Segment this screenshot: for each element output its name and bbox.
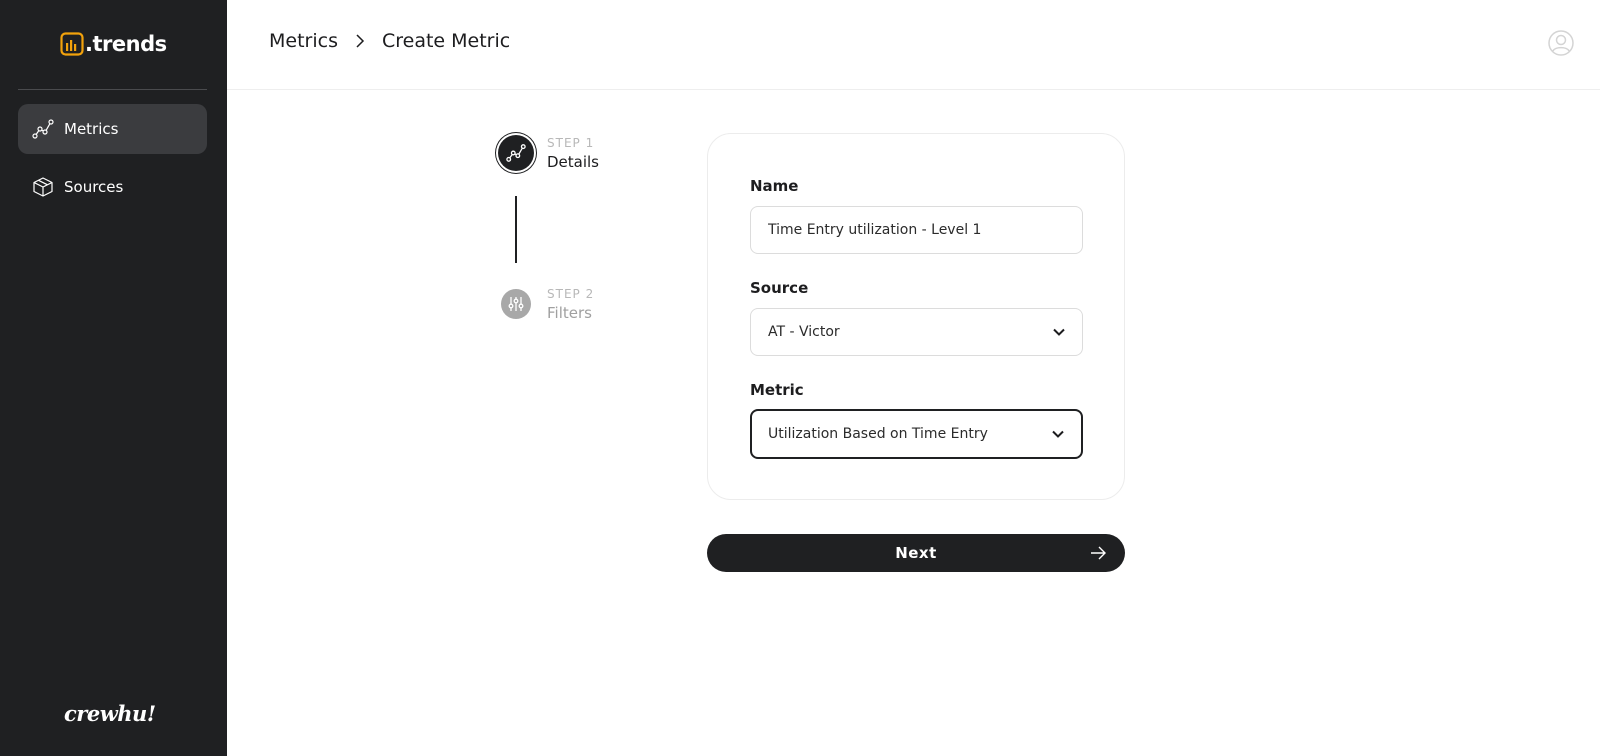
sidebar-item-label: Sources	[64, 178, 124, 196]
step-1-label: STEP 1 Details	[547, 136, 599, 171]
metrics-line-icon	[506, 144, 526, 162]
logo-text: .trends	[85, 32, 167, 56]
step-title: Filters	[547, 304, 592, 322]
app-root: .trends Metrics Sources crewhu! Metrics …	[0, 0, 1600, 756]
page-title: Create Metric	[381, 30, 511, 52]
metric-field-label: Metric	[750, 381, 804, 399]
breadcrumb-metrics-link[interactable]: Metrics	[269, 30, 338, 52]
sidebar-item-sources[interactable]: Sources	[18, 162, 207, 212]
name-field-label: Name	[750, 177, 799, 195]
chevron-right-icon	[354, 33, 366, 49]
step-1-indicator[interactable]	[498, 135, 534, 171]
source-select[interactable]: AT - Victor	[750, 308, 1083, 356]
crewhu-brand-logo: crewhu!	[64, 701, 156, 726]
step-2-label: STEP 2 Filters	[547, 287, 594, 322]
arrow-right-icon	[1089, 544, 1107, 562]
main-content: Metrics Create Metric STEP 1 Details STE…	[227, 0, 1600, 756]
step-2-indicator[interactable]	[501, 289, 531, 319]
name-input[interactable]: Time Entry utilization - Level 1	[750, 206, 1083, 254]
breadcrumb: Metrics Create Metric	[269, 30, 510, 52]
next-button[interactable]: Next	[707, 534, 1125, 572]
box-icon	[32, 176, 54, 198]
sliders-icon	[508, 297, 524, 311]
metric-select-value: Utilization Based on Time Entry	[768, 426, 988, 442]
sidebar-item-label: Metrics	[64, 120, 119, 138]
step-number: STEP 1	[547, 136, 595, 150]
source-field-label: Source	[750, 279, 809, 297]
details-form-card: Name Time Entry utilization - Level 1 So…	[707, 133, 1125, 500]
step-title: Details	[547, 153, 600, 171]
chevron-down-icon	[1051, 427, 1065, 441]
app-logo[interactable]: .trends	[60, 30, 167, 58]
source-select-value: AT - Victor	[768, 324, 840, 340]
sidebar: .trends Metrics Sources crewhu!	[0, 0, 227, 756]
next-button-label: Next	[895, 544, 937, 562]
metric-select[interactable]: Utilization Based on Time Entry	[750, 409, 1083, 459]
metrics-line-icon	[32, 118, 54, 140]
sidebar-item-metrics[interactable]: Metrics	[18, 104, 207, 154]
user-circle-icon[interactable]	[1548, 30, 1574, 56]
sidebar-divider	[18, 89, 207, 90]
page-header: Metrics Create Metric	[227, 0, 1600, 90]
name-input-value: Time Entry utilization - Level 1	[768, 222, 982, 238]
bar-chart-logo-icon	[60, 32, 84, 56]
step-connector	[515, 196, 517, 263]
step-number: STEP 2	[547, 287, 595, 301]
chevron-down-icon	[1052, 325, 1066, 339]
